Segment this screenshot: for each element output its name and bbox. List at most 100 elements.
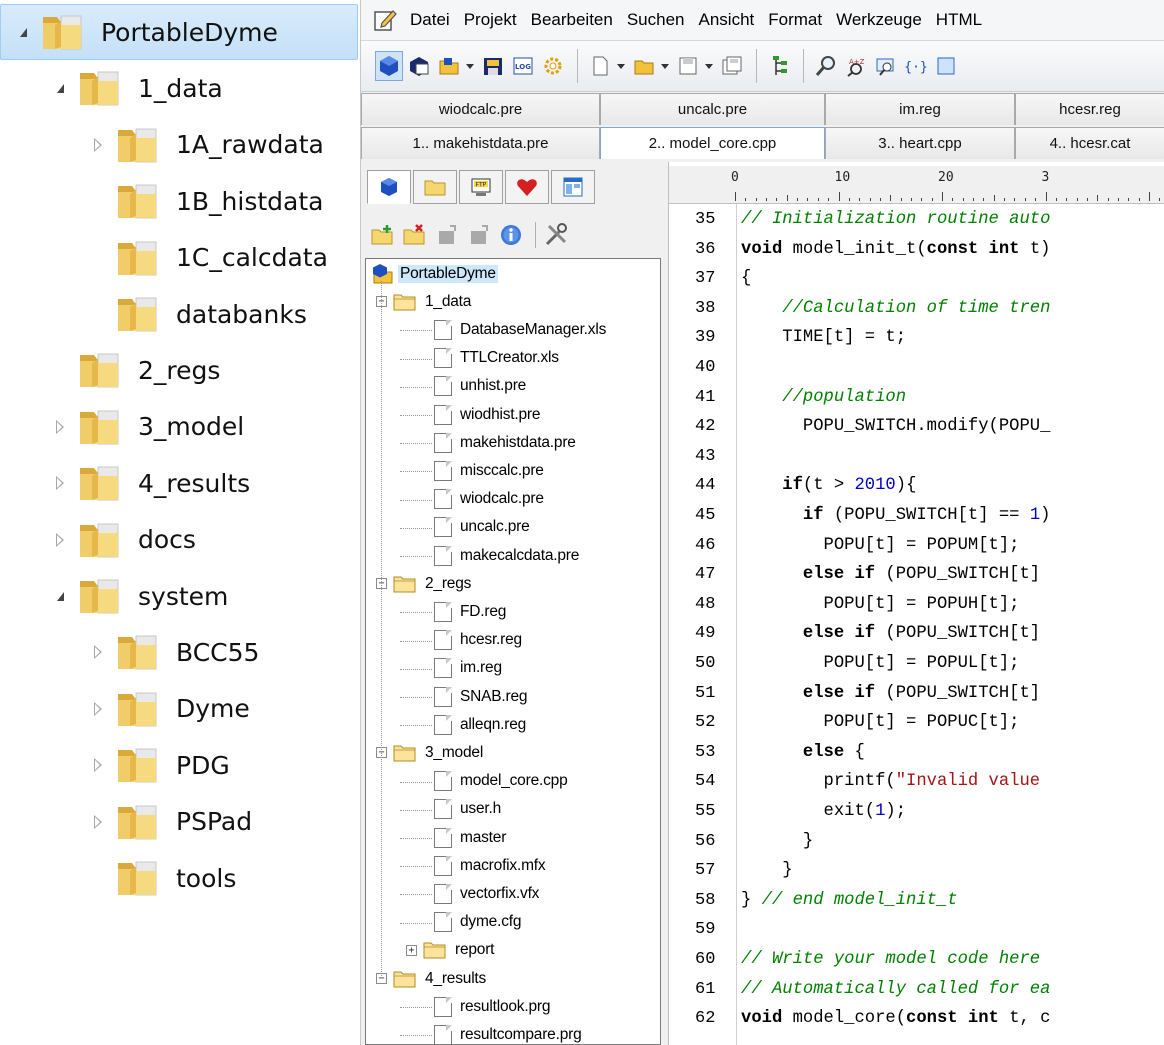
tree-file-hcesr-reg[interactable]: hcesr.reg bbox=[434, 628, 524, 653]
tree-view-button[interactable] bbox=[765, 51, 793, 81]
favorites-tab[interactable] bbox=[505, 170, 549, 204]
code-line[interactable]: //population bbox=[741, 388, 906, 407]
search-button[interactable] bbox=[812, 51, 840, 81]
open-project-button[interactable] bbox=[405, 51, 433, 81]
tree-file-macrofix-mfx[interactable]: macrofix.mfx bbox=[434, 853, 547, 878]
explorer-item-system[interactable]: system bbox=[0, 568, 228, 624]
tab-wiodcalc-pre[interactable]: wiodcalc.pre bbox=[361, 93, 600, 125]
code-editor[interactable]: 0 10 20 3 35 36 37 38 39 40 41 42 43 44 45 46 47 48 49 50 5… bbox=[669, 162, 1164, 1045]
tab-uncalc-pre[interactable]: uncalc.pre bbox=[600, 93, 825, 125]
tree-file-uncalc-pre[interactable]: uncalc.pre bbox=[434, 515, 532, 540]
tree-file-misccalc-pre[interactable]: misccalc.pre bbox=[434, 458, 546, 483]
code-line[interactable]: } // end model_init_t bbox=[741, 891, 958, 910]
expanded-arrow-icon[interactable] bbox=[13, 22, 33, 42]
expanded-arrow-icon[interactable] bbox=[50, 586, 70, 606]
ftp-tab[interactable]: FTP bbox=[459, 170, 503, 204]
code-line[interactable]: POPU[t] = POPUC[t]; bbox=[741, 713, 1020, 732]
tree-file-databasemanager-xls[interactable]: DatabaseManager.xls bbox=[434, 317, 608, 342]
expanded-arrow-icon[interactable] bbox=[50, 78, 70, 98]
save-project-button[interactable] bbox=[479, 51, 507, 81]
save-file-dropdown[interactable] bbox=[705, 63, 713, 69]
project-tab[interactable] bbox=[367, 170, 411, 204]
info-button[interactable] bbox=[497, 221, 525, 249]
tree-file-master[interactable]: master bbox=[434, 825, 508, 850]
tree-file-makecalcdata-pre[interactable]: makecalcdata.pre bbox=[434, 543, 581, 568]
project-view-button[interactable] bbox=[375, 51, 403, 81]
explorer-item-1b-histdata[interactable]: 1B_histdata bbox=[0, 173, 324, 229]
tree-file-resultlook-prg[interactable]: resultlook.prg bbox=[434, 994, 552, 1019]
explorer-item-portabledyme[interactable]: PortableDyme bbox=[0, 4, 358, 60]
collapsed-arrow-icon[interactable] bbox=[50, 473, 70, 493]
tree-file-user-h[interactable]: user.h bbox=[434, 797, 503, 822]
explorer-item-4-results[interactable]: 4_results bbox=[0, 455, 250, 511]
explorer-item-2-regs[interactable]: 2_regs bbox=[0, 342, 220, 398]
tree-file-dyme-cfg[interactable]: dyme.cfg bbox=[434, 910, 523, 935]
menu-html[interactable]: HTML bbox=[929, 10, 989, 30]
collapsed-arrow-icon[interactable] bbox=[50, 530, 70, 550]
menu-werkzeuge[interactable]: Werkzeuge bbox=[829, 10, 929, 30]
explorer-item-bcc55[interactable]: BCC55 bbox=[0, 624, 259, 680]
code-line[interactable]: void model_init_t(const int t) bbox=[741, 240, 1050, 259]
save-file-button[interactable] bbox=[674, 51, 702, 81]
tree-file-alleqn-reg[interactable]: alleqn.reg bbox=[434, 712, 528, 737]
tree-file-makehistdata-pre[interactable]: makehistdata.pre bbox=[434, 430, 578, 455]
file-action-button[interactable] bbox=[433, 221, 461, 249]
tree-file-unhist-pre[interactable]: unhist.pre bbox=[434, 374, 528, 399]
windows-tab[interactable] bbox=[551, 170, 595, 204]
code-line[interactable]: POPU_SWITCH.modify(POPU_ bbox=[741, 417, 1051, 436]
tree-file-model-core-cpp[interactable]: model_core.cpp bbox=[434, 769, 570, 794]
tree-folder-1-data[interactable]: −1_data bbox=[376, 289, 473, 314]
tab-1-makehistdata-pre[interactable]: 1.. makehistdata.pre bbox=[361, 127, 600, 159]
tab-im-reg[interactable]: im.reg bbox=[825, 93, 1015, 125]
replace-button[interactable]: A+Z bbox=[842, 51, 870, 81]
code-line[interactable]: else if (POPU_SWITCH[t] bbox=[741, 684, 1040, 703]
code-line[interactable]: { bbox=[741, 269, 751, 288]
menu-bearbeiten[interactable]: Bearbeiten bbox=[524, 10, 620, 30]
save-all-button[interactable] bbox=[718, 51, 746, 81]
tree-folder-3-model[interactable]: −3_model bbox=[376, 740, 485, 765]
code-line[interactable]: printf("Invalid value bbox=[741, 772, 1041, 791]
explorer-item-pspad[interactable]: PSPad bbox=[0, 794, 252, 850]
code-line[interactable]: //Calculation of time tren bbox=[741, 299, 1050, 318]
tab-hcesr-reg[interactable]: hcesr.reg bbox=[1015, 93, 1164, 125]
expand-toggle-icon[interactable]: + bbox=[406, 944, 417, 956]
explorer-item-databanks[interactable]: databanks bbox=[0, 286, 307, 342]
explorer-item-docs[interactable]: docs bbox=[0, 512, 196, 568]
open-file-button[interactable] bbox=[630, 51, 658, 81]
more-button[interactable] bbox=[932, 51, 960, 81]
collapsed-arrow-icon[interactable] bbox=[88, 642, 108, 662]
tab-4-hcesr-cat[interactable]: 4.. hcesr.cat bbox=[1015, 127, 1164, 159]
explorer-item-dyme[interactable]: Dyme bbox=[0, 681, 250, 737]
tree-folder-report[interactable]: + report bbox=[406, 938, 496, 963]
code-line[interactable]: if(t > 2010){ bbox=[741, 476, 916, 495]
collapsed-arrow-icon[interactable] bbox=[88, 812, 108, 832]
code-line[interactable]: POPU[t] = POPUH[t]; bbox=[741, 595, 1020, 614]
explorer-item-1-data[interactable]: 1_data bbox=[0, 60, 223, 116]
explorer-item-1a-rawdata[interactable]: 1A_rawdata bbox=[0, 117, 324, 173]
code-line[interactable]: else if (POPU_SWITCH[t] bbox=[741, 565, 1040, 584]
code-line[interactable]: if (POPU_SWITCH[t] == 1) bbox=[741, 506, 1051, 525]
tab-2-model-core-cpp[interactable]: 2.. model_core.cpp bbox=[600, 127, 825, 159]
add-file-button[interactable] bbox=[369, 221, 397, 249]
explorer-item-pdg[interactable]: PDG bbox=[0, 737, 230, 793]
menu-datei[interactable]: Datei bbox=[403, 10, 457, 30]
menu-format[interactable]: Format bbox=[761, 10, 829, 30]
collapsed-arrow-icon[interactable] bbox=[88, 755, 108, 775]
new-file-button[interactable] bbox=[586, 51, 614, 81]
menu-ansicht[interactable]: Ansicht bbox=[692, 10, 762, 30]
code-line[interactable]: POPU[t] = POPUL[t]; bbox=[741, 654, 1020, 673]
code-line[interactable]: void model_core(const int t, c bbox=[741, 1009, 1050, 1028]
collapsed-arrow-icon[interactable] bbox=[50, 417, 70, 437]
project-settings-button[interactable] bbox=[539, 51, 567, 81]
code-line[interactable]: } bbox=[741, 832, 813, 851]
search-files-button[interactable] bbox=[872, 51, 900, 81]
project-folder-dropdown[interactable] bbox=[466, 63, 474, 69]
code-line[interactable]: else if (POPU_SWITCH[t] bbox=[741, 624, 1040, 643]
code-line[interactable]: } bbox=[741, 861, 792, 880]
remove-file-button[interactable] bbox=[401, 221, 429, 249]
project-folder-button[interactable] bbox=[435, 51, 463, 81]
file-action-button-2[interactable] bbox=[465, 221, 493, 249]
tree-file-wiodcalc-pre[interactable]: wiodcalc.pre bbox=[434, 487, 546, 512]
code-line[interactable]: else { bbox=[741, 743, 865, 762]
code-line[interactable]: TIME[t] = t; bbox=[741, 328, 906, 347]
